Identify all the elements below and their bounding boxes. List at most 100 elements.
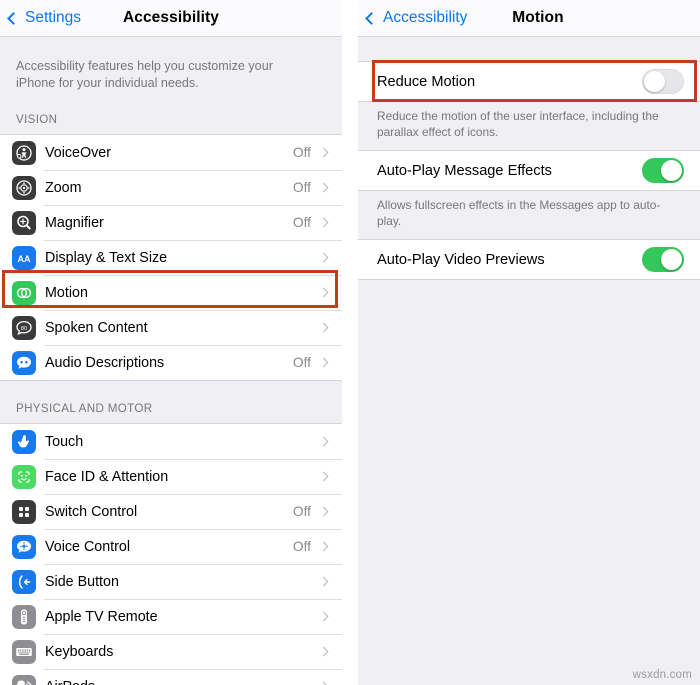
right-grouped-list: Reduce Motion Reduce the motion of the u…	[358, 37, 700, 280]
sidebar-item-voice-control[interactable]: Voice Control Off	[0, 529, 342, 564]
sidebar-item-magnifier[interactable]: Magnifier Off	[0, 205, 342, 240]
sidebar-item-side-button[interactable]: Side Button	[0, 564, 342, 599]
vision-list: VoiceOver Off Zoom Off Magnifier Off AA …	[0, 134, 342, 381]
sidebar-item-label: Touch	[45, 433, 84, 450]
svg-text:80: 80	[21, 325, 27, 331]
sidebar-item-touch[interactable]: Touch	[0, 424, 342, 459]
chevron-right-icon	[318, 681, 329, 685]
back-button-label: Settings	[25, 9, 82, 26]
left-navigation-bar: Settings Accessibility	[0, 0, 342, 37]
magnifier-icon	[12, 210, 36, 235]
back-button-label: Accessibility	[383, 9, 468, 26]
zoom-icon	[12, 175, 36, 200]
auto-play-video-previews-toggle[interactable]	[642, 247, 684, 272]
chevron-right-icon	[318, 217, 329, 228]
chevron-right-icon	[318, 541, 329, 552]
sidebar-item-value: Off	[292, 539, 311, 554]
sidebar-item-value: Off	[292, 355, 311, 370]
section-header-vision: VISION	[16, 113, 58, 126]
auto-play-message-effects-label: Auto-Play Message Effects	[377, 162, 552, 179]
sidebar-item-label: Audio Descriptions	[45, 354, 165, 371]
reduce-motion-list: Reduce Motion	[358, 61, 700, 102]
chevron-left-icon	[365, 11, 378, 25]
auto-play-message-effects-toggle[interactable]	[642, 158, 684, 183]
airpods-icon	[12, 674, 36, 685]
panel-divider	[342, 0, 358, 685]
chevron-right-icon	[318, 646, 329, 657]
back-to-settings-button[interactable]: Settings	[7, 9, 82, 27]
chevron-right-icon	[318, 357, 329, 368]
chevron-left-icon	[7, 11, 20, 25]
auto-play-video-previews-list: Auto-Play Video Previews	[358, 239, 700, 280]
sidebar-item-spoken-content[interactable]: 80 Spoken Content	[0, 310, 342, 345]
sidebar-item-value: Off	[292, 145, 311, 160]
right-navigation-bar: Accessibility Motion	[358, 0, 700, 37]
watermark: wsxdn.com	[632, 669, 692, 681]
voice-control-icon	[12, 534, 36, 559]
sidebar-item-value: Off	[292, 180, 311, 195]
sidebar-item-keyboards[interactable]: Keyboards	[0, 634, 342, 669]
sidebar-item-value: Off	[292, 215, 311, 230]
chevron-right-icon	[318, 147, 329, 158]
toggle-knob	[644, 71, 665, 92]
motion-icon	[12, 280, 36, 305]
voiceover-icon	[12, 140, 36, 165]
spoken-content-icon: 80	[12, 315, 36, 340]
sidebar-item-label: Spoken Content	[45, 319, 148, 336]
right-screen-motion: Accessibility Motion Reduce Motion Reduc…	[358, 0, 700, 685]
sidebar-item-display-text-size[interactable]: AA Display & Text Size	[0, 240, 342, 275]
sidebar-item-label: VoiceOver	[45, 144, 111, 161]
sidebar-item-label: Magnifier	[45, 214, 104, 231]
toggle-knob	[661, 160, 682, 181]
side-button-icon	[12, 569, 36, 594]
switch-control-icon	[12, 499, 36, 524]
display-text-size-icon: AA	[12, 245, 36, 270]
keyboards-icon	[12, 639, 36, 664]
sidebar-item-label: Switch Control	[45, 503, 138, 520]
sidebar-item-label: Apple TV Remote	[45, 608, 158, 625]
sidebar-item-label: Zoom	[45, 179, 82, 196]
sidebar-item-audio-descriptions[interactable]: Audio Descriptions Off	[0, 345, 342, 380]
sidebar-item-switch-control[interactable]: Switch Control Off	[0, 494, 342, 529]
auto-play-message-effects-description: Allows fullscreen effects in the Message…	[377, 198, 661, 228]
apple-tv-remote-icon	[12, 604, 36, 629]
chevron-right-icon	[318, 471, 329, 482]
sidebar-item-label: Display & Text Size	[45, 249, 168, 266]
toggle-knob	[661, 249, 682, 270]
reduce-motion-label: Reduce Motion	[377, 73, 476, 90]
left-screen-accessibility: Settings Accessibility Accessibility fea…	[0, 0, 342, 685]
chevron-right-icon	[318, 611, 329, 622]
sidebar-item-apple-tv-remote[interactable]: Apple TV Remote	[0, 599, 342, 634]
chevron-right-icon	[318, 182, 329, 193]
touch-icon	[12, 429, 36, 454]
chevron-right-icon	[318, 322, 329, 333]
physical-and-motor-list: Touch Face ID & Attention Switch Control…	[0, 423, 342, 685]
chevron-right-icon	[318, 576, 329, 587]
row-reduce-motion[interactable]: Reduce Motion	[358, 62, 700, 101]
sidebar-item-value: Off	[292, 504, 311, 519]
sidebar-item-airpods[interactable]: AirPods	[0, 669, 342, 685]
sidebar-item-label: Face ID & Attention	[45, 468, 169, 485]
sidebar-item-label: AirPods	[45, 679, 311, 685]
sidebar-item-motion[interactable]: Motion	[0, 275, 342, 310]
reduce-motion-description: Reduce the motion of the user interface,…	[377, 109, 659, 139]
sidebar-item-label: Keyboards	[45, 643, 114, 660]
row-auto-play-video-previews[interactable]: Auto-Play Video Previews	[358, 240, 700, 279]
accessibility-intro-note: Accessibility features help you customiz…	[16, 59, 273, 90]
sidebar-item-zoom[interactable]: Zoom Off	[0, 170, 342, 205]
dual-screenshot-container: Settings Accessibility Accessibility fea…	[0, 0, 700, 685]
auto-play-video-previews-label: Auto-Play Video Previews	[377, 251, 545, 268]
reduce-motion-toggle[interactable]	[642, 69, 684, 94]
chevron-right-icon	[318, 287, 329, 298]
top-spacer	[358, 37, 700, 61]
chevron-right-icon	[318, 252, 329, 263]
face-id-icon	[12, 464, 36, 489]
sidebar-item-face-id-attention[interactable]: Face ID & Attention	[0, 459, 342, 494]
sidebar-item-label: Motion	[45, 284, 88, 301]
row-auto-play-message-effects[interactable]: Auto-Play Message Effects	[358, 151, 700, 190]
chevron-right-icon	[318, 506, 329, 517]
back-to-accessibility-button[interactable]: Accessibility	[365, 9, 468, 27]
chevron-right-icon	[318, 436, 329, 447]
svg-text:AA: AA	[18, 253, 31, 263]
sidebar-item-voiceover[interactable]: VoiceOver Off	[0, 135, 342, 170]
